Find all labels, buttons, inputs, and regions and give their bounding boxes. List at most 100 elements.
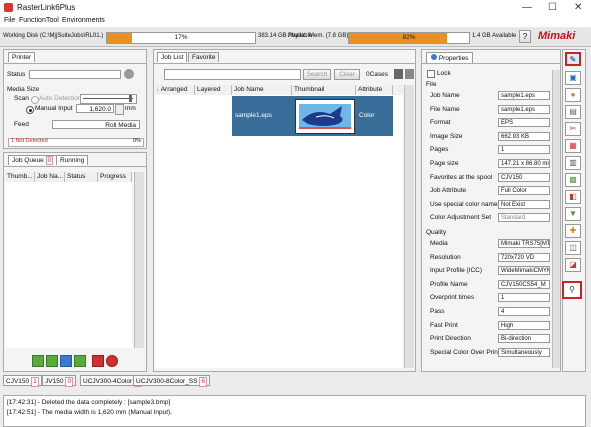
media-width-slider[interactable] (80, 94, 137, 104)
col-status[interactable]: Status (65, 172, 98, 182)
col-job-name[interactable]: Job Na... (35, 172, 65, 182)
feed-field: Roll Media (52, 120, 140, 129)
property-label: Media (430, 240, 448, 247)
cut-settings-function-button[interactable]: ⚲ (562, 281, 582, 299)
property-value[interactable]: 1 (498, 293, 550, 303)
delete-button[interactable] (92, 355, 104, 367)
printer-job-count-badge: 1 (31, 377, 39, 387)
job-search-input[interactable] (164, 69, 301, 80)
auto-detection-label: Auto Detection (39, 95, 82, 102)
properties-function-button[interactable]: ✎ (565, 52, 581, 66)
printer-tab[interactable]: UCJV300-8Color_SS 6 (133, 375, 211, 387)
grid-view-icon[interactable] (405, 69, 414, 79)
property-value[interactable]: EPS (498, 118, 550, 128)
special-color-function-icon[interactable]: ✚ (565, 224, 581, 238)
minimize-button[interactable]: — (522, 2, 532, 13)
tab-running[interactable]: Running (56, 155, 89, 165)
help-button[interactable]: ? (519, 30, 531, 43)
property-label: Input Profile (ICC) (430, 267, 483, 275)
pause-button[interactable] (60, 355, 72, 367)
mark-function-icon[interactable]: ◧ (565, 190, 581, 204)
property-value[interactable]: Simultaneously (498, 347, 550, 357)
property-value[interactable]: 662.93 KB (498, 131, 550, 141)
move-down-button[interactable] (74, 355, 86, 367)
printer-tab-label: CJV150 (6, 378, 30, 385)
property-value[interactable]: Not Exist (498, 199, 550, 209)
cut-function-icon[interactable]: ✂ (565, 122, 581, 136)
maximize-button[interactable]: ☐ (548, 2, 557, 13)
property-value[interactable]: Mimaki TRS75[MTV (498, 239, 550, 248)
arranged-arrow-icon: ↓ (156, 86, 160, 93)
property-value[interactable]: WideMimakiCMYK.ic (498, 266, 550, 276)
col-progress[interactable]: Progress (98, 172, 132, 182)
color-function-icon[interactable]: ● (565, 88, 581, 102)
manual-width-input[interactable]: 1,620.0 (76, 104, 114, 113)
job-list-scrollbar[interactable] (404, 85, 414, 368)
print-function-icon[interactable]: ▥ (565, 156, 581, 170)
tab-properties[interactable]: Properties (426, 52, 474, 63)
property-value[interactable]: CJV150CS54_M (498, 279, 550, 289)
property-row: File Name sample1.eps (423, 104, 553, 117)
printer-info-icon[interactable] (124, 69, 134, 79)
property-label: Color Adjustment Set (430, 214, 492, 222)
clear-button[interactable]: Clear (334, 69, 360, 80)
tab-printer[interactable]: Printer (8, 52, 36, 62)
tab-job-queue[interactable]: Job Queue 0 (8, 155, 58, 165)
table-row[interactable]: sample1.eps Color (155, 96, 403, 136)
move-up-button[interactable] (46, 355, 58, 367)
memory-usage-bar: 82% (348, 32, 470, 44)
printer-tab[interactable]: CJV150 1 (3, 375, 42, 387)
printer-tab[interactable]: JV150 0 (42, 375, 77, 387)
col-layered[interactable]: Layered (195, 85, 232, 95)
menu-file[interactable]: File (4, 17, 15, 24)
printer-job-count-badge: 6 (199, 377, 208, 387)
printer-panel: Printer Status Media Size Scan Auto Dete… (3, 49, 147, 149)
property-value[interactable]: 147.21 x 86.80 mm (498, 159, 550, 168)
list-view-icon[interactable] (394, 69, 403, 79)
col-thumb[interactable]: Thumb... (5, 172, 35, 182)
search-button[interactable]: Search (303, 69, 331, 80)
col-thumbnail[interactable]: Thumbnail (292, 85, 356, 95)
layout-function-icon[interactable]: ▤ (565, 105, 581, 119)
menu-environments[interactable]: Environments (62, 17, 105, 24)
cancel-icon[interactable] (106, 355, 118, 367)
properties-scrollbar[interactable] (552, 70, 560, 368)
fill-function-icon[interactable]: ▣ (565, 71, 581, 85)
property-value[interactable]: sample1.eps (498, 104, 550, 114)
col-attribute[interactable]: Attribute (356, 85, 393, 95)
property-value[interactable]: Full Color (498, 186, 550, 196)
tile-function-icon[interactable]: ▦ (565, 139, 581, 153)
eraser-function-icon[interactable]: ◪ (565, 258, 581, 272)
lock-checkbox[interactable] (427, 70, 435, 78)
property-label: Job Name (430, 92, 460, 99)
property-value[interactable]: 1 (498, 145, 550, 155)
col-job-name-list[interactable]: Job Name (232, 85, 292, 95)
property-label: File Name (430, 105, 460, 113)
menu-function[interactable]: Function (19, 17, 46, 24)
property-value[interactable]: High (498, 320, 550, 330)
width-spinner[interactable] (115, 104, 124, 115)
property-value[interactable]: sample1.eps (498, 91, 550, 100)
move-top-button[interactable] (32, 355, 44, 367)
auto-detection-radio[interactable] (31, 96, 39, 104)
close-button[interactable]: ✕ (574, 2, 582, 13)
step-function-icon[interactable]: ▩ (565, 173, 581, 187)
property-row: Color Adjustment Set Standard (423, 212, 553, 225)
down-function-icon[interactable]: ▼ (565, 207, 581, 221)
property-value[interactable]: 720x720 VD (498, 252, 550, 262)
disk-usage-percent: 17% (174, 34, 188, 41)
log-line: [17:42:51] - The media width is 1,620 mm… (7, 409, 172, 416)
manual-input-radio[interactable] (26, 106, 34, 114)
property-value[interactable]: 4 (498, 307, 550, 316)
property-value[interactable]: CJV150 (498, 172, 550, 182)
queue-scrollbar[interactable] (134, 172, 144, 348)
tab-job-list[interactable]: Job List (157, 52, 188, 62)
property-value[interactable]: Standard (498, 213, 550, 223)
menu-tool[interactable]: Tool (46, 17, 59, 24)
col-arranged[interactable]: ↓ Arranged (155, 85, 195, 95)
tab-favorite[interactable]: Favorite (188, 52, 220, 62)
mask-function-icon[interactable]: ◫ (565, 241, 581, 255)
property-value[interactable]: Bi-direction (498, 334, 550, 344)
property-label: Pass (430, 308, 445, 315)
queue-action-buttons (32, 355, 132, 367)
